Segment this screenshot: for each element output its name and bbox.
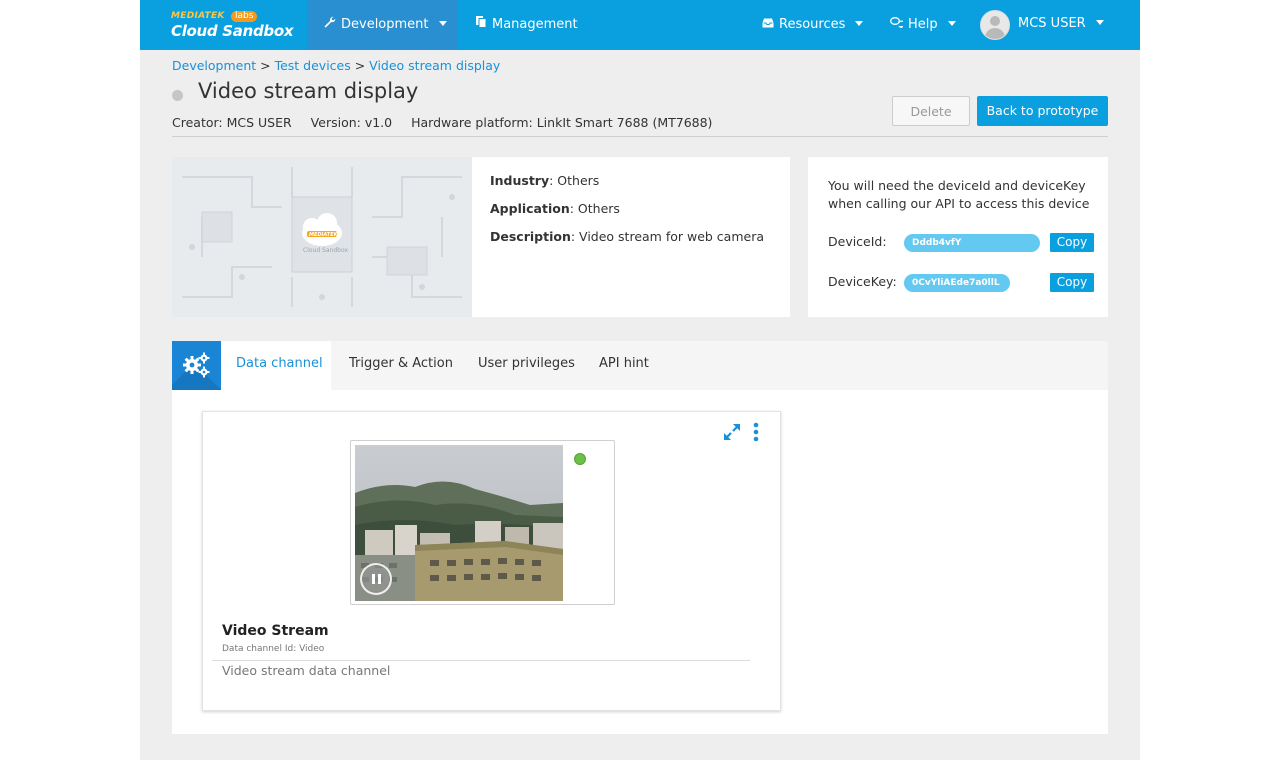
device-thumbnail: MEDIATEK Cloud Sandbox (172, 157, 472, 317)
page-title: Video stream display (198, 79, 419, 103)
description-value: : Video stream for web camera (570, 229, 764, 244)
device-key-value[interactable]: 0CvYliAEde7a0llL (904, 274, 1010, 292)
caret-down-icon (1095, 20, 1104, 25)
copy-device-key-button[interactable]: Copy (1050, 273, 1094, 292)
tab-trigger-action[interactable]: Trigger & Action (349, 341, 453, 390)
clipboard-icon (475, 0, 487, 48)
device-key-label: DeviceKey: (828, 274, 897, 289)
kebab-menu-icon[interactable] (752, 422, 760, 442)
nav-help[interactable]: Help (890, 0, 956, 50)
wrench-icon (324, 0, 336, 48)
nav-user-label: MCS USER (1018, 16, 1086, 31)
device-meta: Creator: MCS USER Version: v1.0 Hardware… (172, 115, 727, 130)
tab-data-channel[interactable]: Data channel (221, 341, 331, 390)
nav-development[interactable]: Development (307, 0, 458, 50)
nav-user-menu[interactable]: MCS USER (1018, 0, 1104, 50)
nav-resources-label: Resources (779, 17, 846, 32)
device-info-card: MEDIATEK Cloud Sandbox Industry: Others … (172, 157, 790, 317)
industry-value: : Others (549, 173, 600, 188)
header-divider (172, 136, 1108, 137)
application-row: Application: Others (490, 201, 620, 216)
device-id-label: DeviceId: (828, 234, 887, 249)
api-key-note: You will need the deviceId and deviceKey… (828, 178, 1090, 211)
cloud-sandbox-logo[interactable]: MEDIATEK labs Cloud Sandbox (171, 10, 301, 42)
pause-icon[interactable] (360, 563, 392, 595)
widget-description: Video stream data channel (222, 663, 391, 678)
description-label: Description (490, 229, 571, 244)
nav-management-label: Management (492, 17, 578, 32)
expand-icon[interactable] (722, 422, 742, 442)
application-label: Application (490, 201, 570, 216)
version-text: Version: v1.0 (310, 115, 393, 130)
tab-bar: Data channel Trigger & Action User privi… (172, 341, 1108, 390)
video-stream-widget: Video Stream Data channel Id: Video Vide… (202, 411, 781, 711)
caret-down-icon (438, 21, 447, 26)
thumbnail-brand: MEDIATEK (309, 232, 338, 238)
video-player[interactable] (355, 445, 563, 601)
creator-text: Creator: MCS USER (172, 115, 292, 130)
device-keys-card: You will need the deviceId and deviceKey… (808, 157, 1108, 317)
device-status-dot (172, 90, 183, 101)
application-value: : Others (569, 201, 620, 216)
breadcrumb-test-devices[interactable]: Test devices (275, 58, 351, 73)
thumbnail-caption: Cloud Sandbox (303, 247, 348, 254)
widget-divider (212, 660, 750, 661)
breadcrumb-current[interactable]: Video stream display (369, 58, 500, 73)
device-id-value[interactable]: Dddb4vfY (904, 234, 1040, 252)
user-avatar-icon[interactable] (980, 10, 1010, 40)
copy-device-id-button[interactable]: Copy (1050, 233, 1094, 252)
chat-icon (890, 0, 906, 48)
logo-brand-top: MEDIATEK (171, 11, 225, 21)
top-navbar: MEDIATEK labs Cloud Sandbox Development … (140, 0, 1140, 50)
hardware-text: Hardware platform: LinkIt Smart 7688 (MT… (411, 115, 713, 130)
delete-button[interactable]: Delete (892, 96, 970, 126)
nav-development-label: Development (341, 17, 429, 32)
widget-title: Video Stream (222, 623, 329, 639)
nav-help-label: Help (908, 17, 938, 32)
breadcrumb-separator: > (350, 58, 370, 73)
description-row: Description: Video stream for web camera (490, 229, 764, 244)
inbox-icon (762, 0, 774, 48)
industry-row: Industry: Others (490, 173, 599, 188)
tab-user-privileges[interactable]: User privileges (478, 341, 575, 390)
widget-channel-id: Data channel Id: Video (222, 644, 325, 654)
back-to-prototype-button[interactable]: Back to prototype (977, 96, 1108, 126)
stream-live-indicator (574, 453, 586, 465)
logo-labs-badge: labs (231, 11, 258, 22)
nav-resources[interactable]: Resources (762, 0, 864, 50)
caret-down-icon (947, 21, 956, 26)
breadcrumb-separator: > (256, 58, 275, 73)
logo-brand-name: Cloud Sandbox (171, 22, 294, 40)
caret-down-icon (855, 21, 864, 26)
breadcrumb-development[interactable]: Development (172, 58, 256, 73)
nav-management[interactable]: Management (475, 0, 578, 50)
breadcrumb: Development > Test devices > Video strea… (172, 58, 500, 73)
video-frame (350, 440, 615, 605)
tab-api-hint[interactable]: API hint (599, 341, 649, 390)
gears-icon (172, 341, 221, 390)
industry-label: Industry (490, 173, 550, 188)
